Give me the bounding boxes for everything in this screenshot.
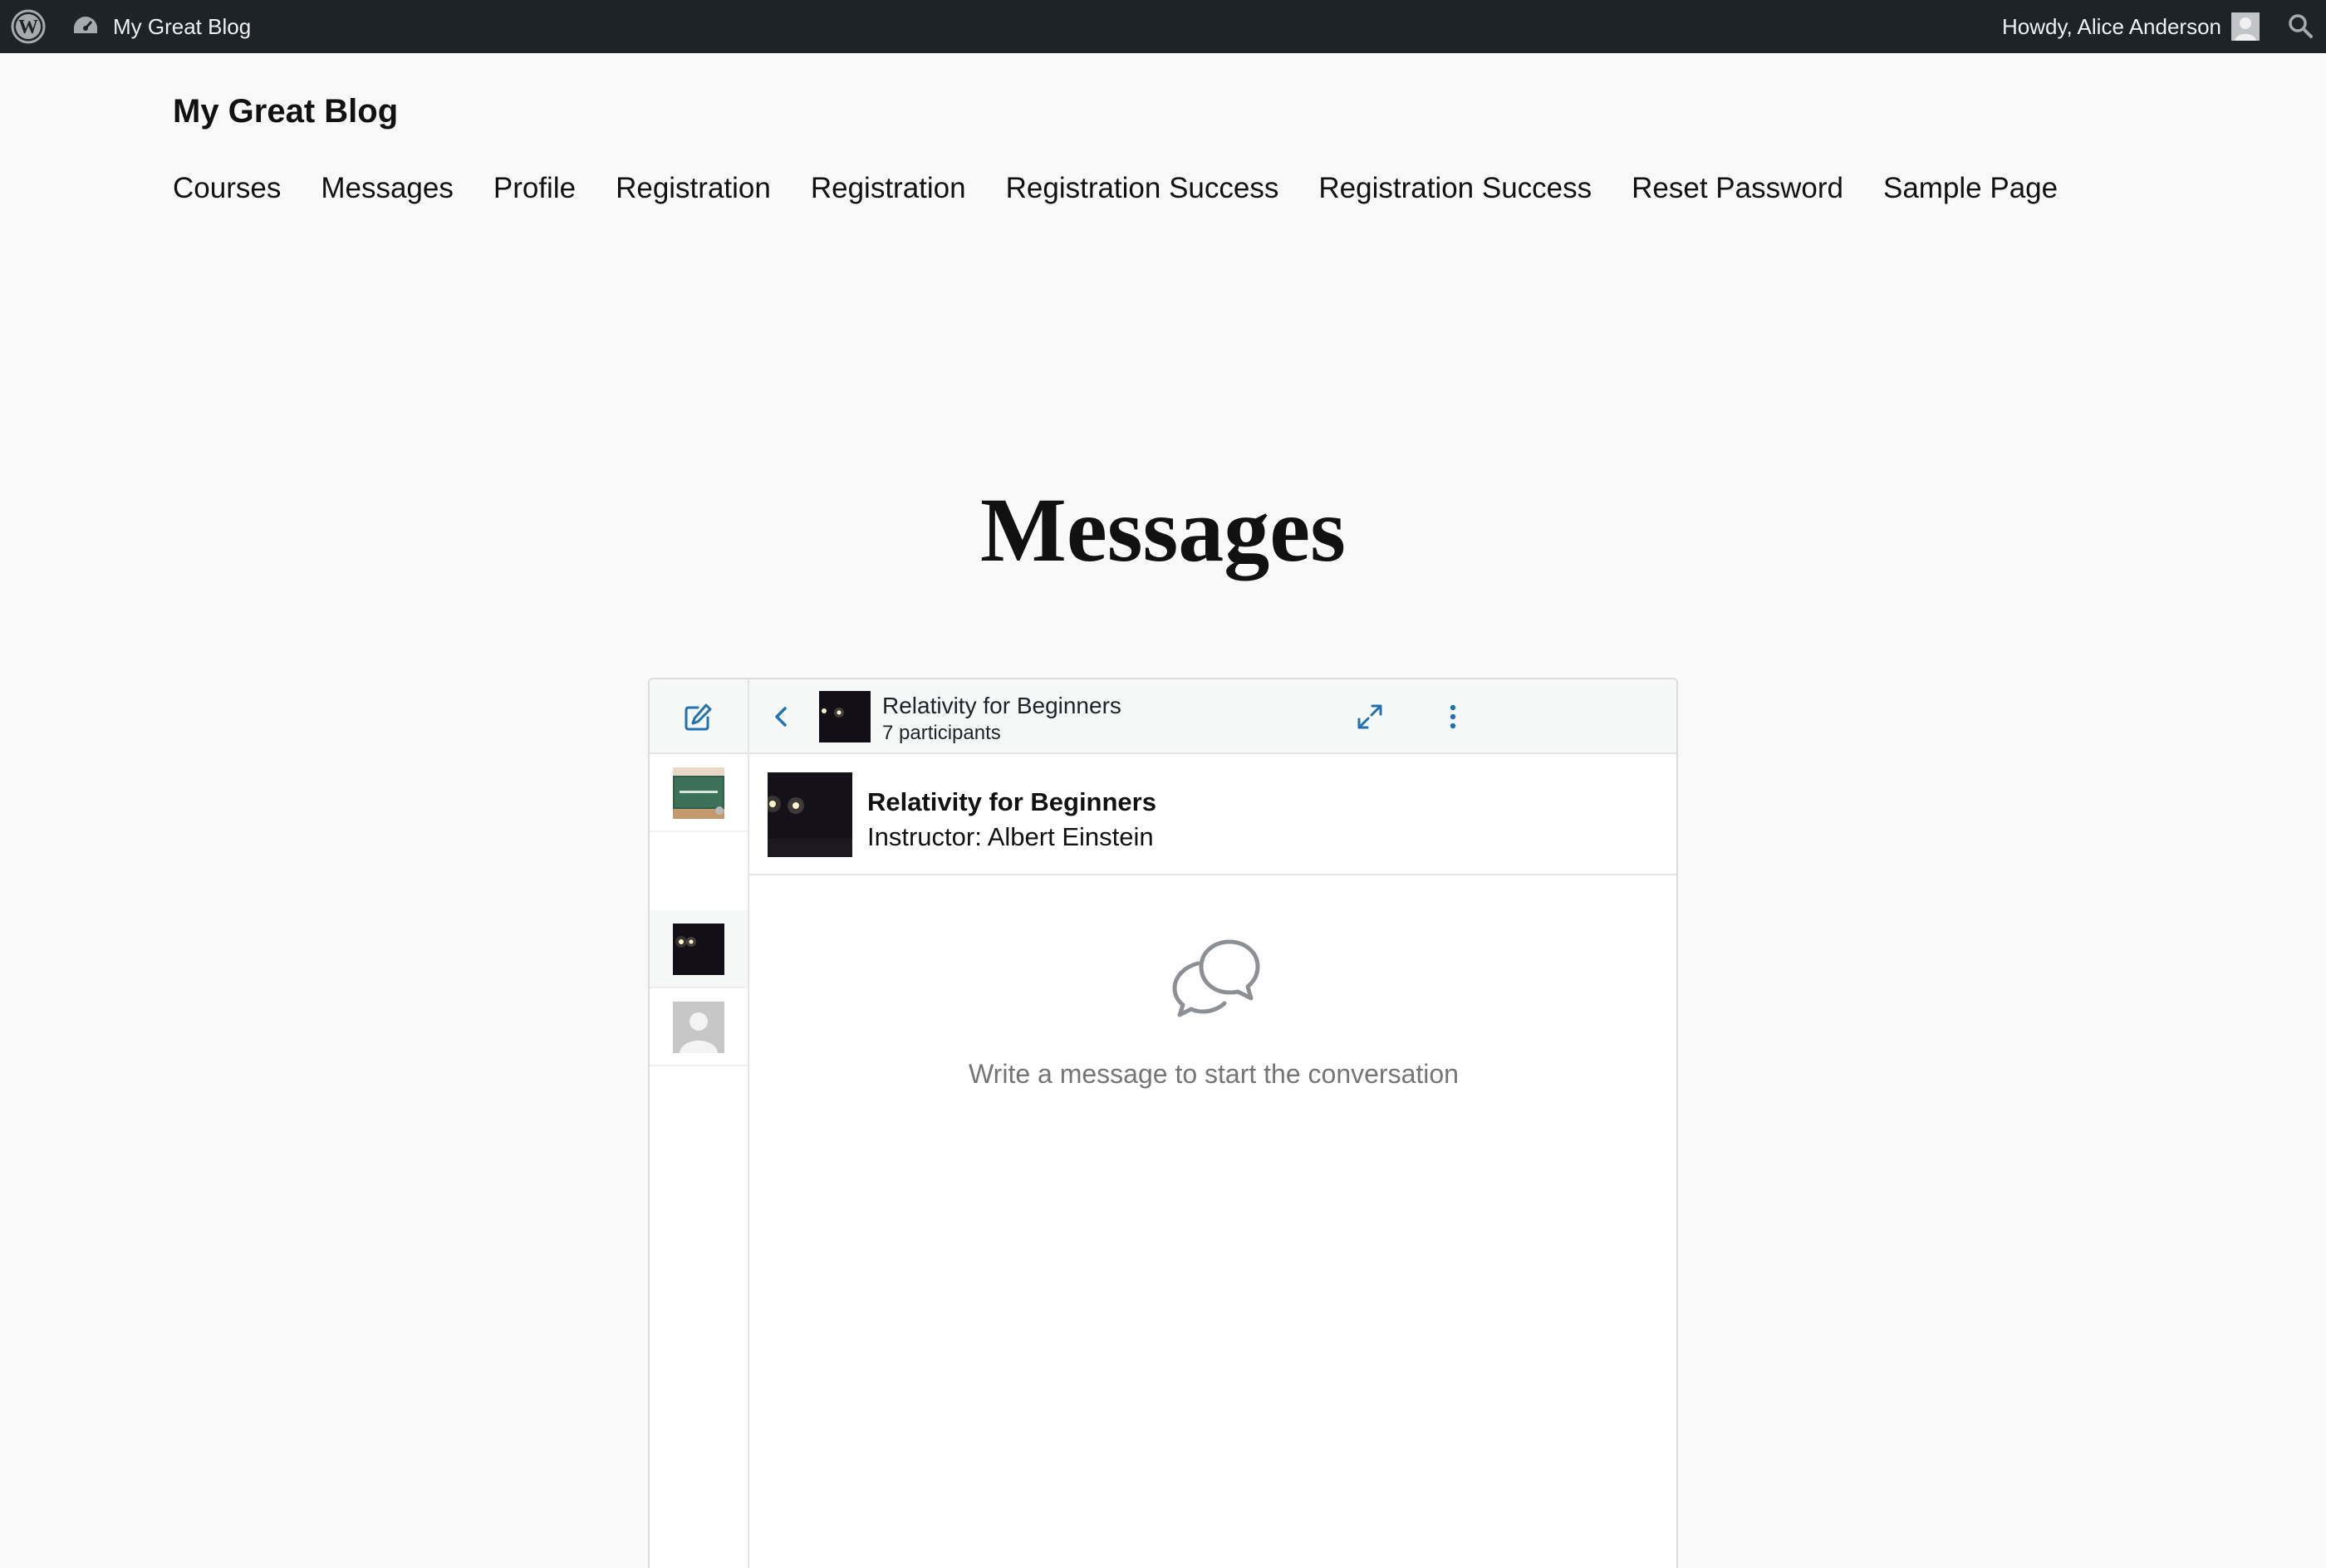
user-avatar[interactable] xyxy=(2231,12,2260,41)
site-title[interactable]: My Great Blog xyxy=(173,88,398,135)
conversation-title: Relativity for Beginners xyxy=(882,693,1121,718)
search-icon[interactable] xyxy=(2286,12,2314,40)
more-vertical-icon[interactable] xyxy=(1435,699,1470,734)
page-title: Messages xyxy=(980,479,1346,581)
svg-text:W: W xyxy=(18,17,38,38)
nav-item-registration-success[interactable]: Registration Success xyxy=(1006,168,1279,209)
conversation-item-user[interactable] xyxy=(650,988,748,1066)
admin-bar: W My Great Blog Howdy, Alice Anderson xyxy=(0,0,2326,53)
expand-icon[interactable] xyxy=(1352,699,1387,734)
empty-conversation-text: Write a message to start the conversatio… xyxy=(969,1059,1459,1089)
nav-item-registration[interactable]: Registration xyxy=(616,168,771,209)
admin-bar-howdy[interactable]: Howdy, Alice Anderson xyxy=(2002,0,2221,53)
nav-item-courses[interactable]: Courses xyxy=(173,168,281,209)
messages-widget: Relativity for Beginners 7 participants xyxy=(648,678,1678,1568)
conversation-thumbnail xyxy=(673,767,724,819)
course-instructor: Instructor: Albert Einstein xyxy=(867,822,1154,851)
nav-item-reset-password[interactable]: Reset Password xyxy=(1632,168,1843,209)
default-avatar-icon xyxy=(673,1002,724,1053)
conversation-list xyxy=(650,679,749,1568)
participants-count[interactable]: 7 participants xyxy=(882,721,1001,746)
conversation-header: Relativity for Beginners 7 participants xyxy=(749,679,1676,754)
chat-bubbles-icon xyxy=(1172,939,1260,1017)
site-navigation: Courses Messages Profile Registration Re… xyxy=(173,168,2058,209)
course-thumbnail xyxy=(768,772,852,857)
conversation-thumbnail xyxy=(673,924,724,975)
nav-item-registration-2[interactable]: Registration xyxy=(811,168,966,209)
nav-item-messages[interactable]: Messages xyxy=(321,168,454,209)
wordpress-logo-icon[interactable]: W xyxy=(10,8,47,45)
compose-icon[interactable] xyxy=(681,701,714,734)
course-name[interactable]: Relativity for Beginners xyxy=(867,786,1156,819)
admin-bar-site-name[interactable]: My Great Blog xyxy=(113,0,251,53)
nav-item-profile[interactable]: Profile xyxy=(493,168,576,209)
conversation-header-thumbnail xyxy=(819,691,871,742)
course-info-card: Relativity for Beginners Instructor: Alb… xyxy=(749,754,1676,875)
nav-item-sample-page[interactable]: Sample Page xyxy=(1883,168,2058,209)
conversation-panel: Relativity for Beginners 7 participants xyxy=(749,679,1676,1568)
nav-item-registration-success-2[interactable]: Registration Success xyxy=(1318,168,1592,209)
conversation-item-classroom[interactable] xyxy=(650,754,748,832)
conversation-list-header xyxy=(650,679,748,754)
back-arrow-icon[interactable] xyxy=(768,703,796,731)
dashboard-icon[interactable] xyxy=(71,13,100,40)
conversation-item-relativity[interactable] xyxy=(650,910,748,988)
